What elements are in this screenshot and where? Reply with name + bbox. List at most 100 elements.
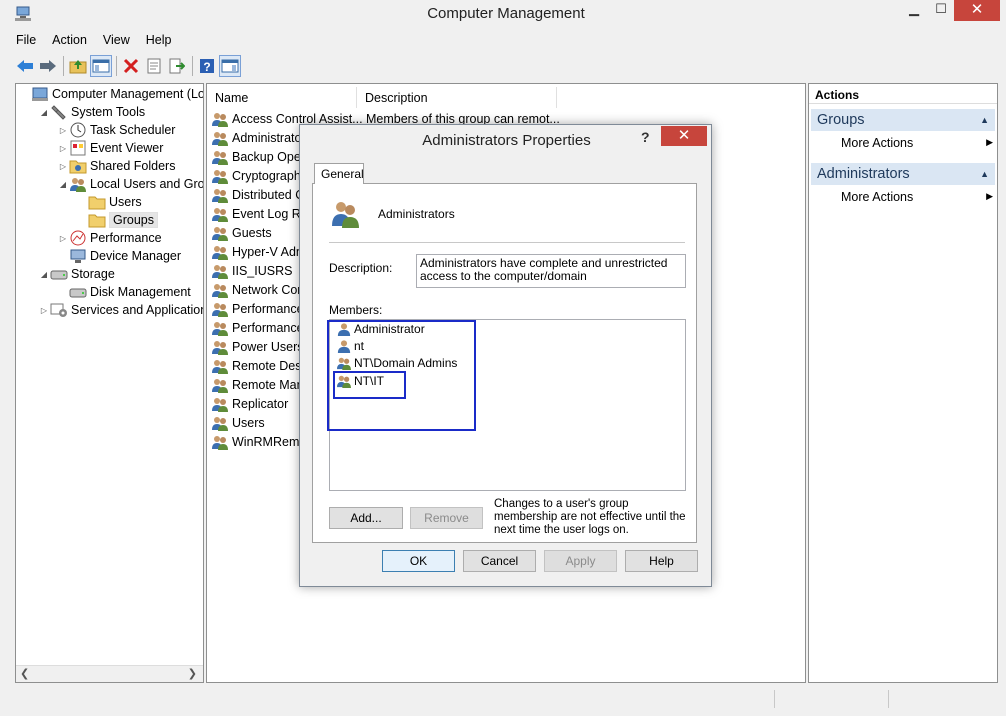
more-actions-administrators[interactable]: More Actions ▶ [841,190,993,204]
column-header-description[interactable]: Description [357,87,557,108]
tree-item-groups[interactable]: Groups [76,211,158,229]
svg-text:?: ? [203,60,210,74]
actions-section-groups[interactable]: Groups ▲ [811,109,995,131]
dialog-help-button[interactable]: ? [641,129,650,145]
scroll-left-icon[interactable]: ❮ [20,667,29,680]
back-icon[interactable] [14,55,36,77]
description-field[interactable]: Administrators have complete and unrestr… [416,254,686,288]
expand-arrow-icon[interactable]: ▷ [57,126,69,135]
group-icon [211,434,229,450]
list-item[interactable]: Performance [211,299,304,318]
services-applications-icon [50,302,68,318]
cancel-button[interactable]: Cancel [463,550,536,572]
expand-arrow-icon[interactable]: ▷ [38,306,50,315]
console-tree[interactable]: Computer Management (Local ◢ System Tools ▷… [15,83,204,683]
delete-icon[interactable] [120,55,142,77]
group-icon [211,130,229,146]
tree-item-device-manager[interactable]: Device Manager [57,247,181,265]
tree-item-computer-management-local[interactable]: Computer Management (Local [19,85,203,103]
list-item[interactable]: Replicator [211,394,288,413]
tree-item-label: Device Manager [90,249,182,263]
list-item[interactable]: Performance [211,318,304,337]
help-button[interactable]: Help [625,550,698,572]
group-icon [211,206,229,222]
tree-item-label: Services and Applications [71,303,204,317]
tree-item-performance[interactable]: ▷ Performance [57,229,162,247]
status-separator [774,690,775,708]
tree-item-shared-folders[interactable]: ▷ Shared Folders [57,157,175,175]
group-name-cell: WinRMRemo [232,434,307,449]
list-item[interactable]: Backup Oper [211,147,305,166]
column-header-name[interactable]: Name [207,87,357,108]
group-icon [211,415,229,431]
list-item[interactable]: Remote Desk [211,356,308,375]
list-item[interactable]: Cryptograph [211,166,301,185]
minimize-button[interactable]: ▁ [900,0,928,20]
group-icon [211,339,229,355]
collapse-arrow-icon[interactable]: ◢ [38,108,50,117]
help-icon[interactable]: ? [196,55,218,77]
tree-item-storage[interactable]: ◢ Storage [38,265,115,283]
tree-item-local-users-and-groups[interactable]: ◢ Local Users and Groups [57,175,203,193]
add-button[interactable]: Add... [329,507,403,529]
tab-general[interactable]: General [314,163,364,184]
list-item[interactable]: Distributed C [211,185,304,204]
export-list-icon[interactable] [166,55,188,77]
apply-button[interactable]: Apply [544,550,617,572]
remove-button[interactable]: Remove [410,507,483,529]
list-item[interactable]: Remote Man [211,375,304,394]
show-hide-tree-icon[interactable] [90,55,112,77]
list-item[interactable]: Users [211,413,265,432]
title-bar: Computer Management ▁ ☐ ✕ [0,0,1006,30]
tree-item-services-and-applications[interactable]: ▷ Services and Applications [38,301,204,319]
storage-icon [50,266,68,282]
tree-item-task-scheduler[interactable]: ▷ Task Scheduler [57,121,175,139]
menu-action[interactable]: Action [44,31,95,51]
list-item[interactable]: WinRMRemo [211,432,306,451]
menu-file[interactable]: File [8,31,44,51]
expand-arrow-icon[interactable]: ▷ [57,162,69,171]
list-item[interactable]: Power Users [211,337,304,356]
tree-item-users[interactable]: Users [76,193,142,211]
collapse-caret-icon[interactable]: ▲ [980,115,989,125]
actions-section-administrators[interactable]: Administrators ▲ [811,163,995,185]
divider [329,242,685,243]
expand-arrow-icon[interactable]: ▷ [57,234,69,243]
tree-horizontal-scrollbar[interactable]: ❮ ❯ [16,665,203,682]
collapse-arrow-icon[interactable]: ◢ [38,270,50,279]
actions-section-label: Administrators [817,166,910,182]
group-name-cell: Cryptograph [232,168,301,183]
menu-help[interactable]: Help [138,31,180,51]
expand-arrow-icon[interactable]: ▷ [57,144,69,153]
show-hide-action-pane-icon[interactable] [219,55,241,77]
scroll-right-icon[interactable]: ❯ [188,667,197,680]
list-item[interactable]: IIS_IUSRS [211,261,292,280]
more-actions-groups[interactable]: More Actions ▶ [841,136,993,150]
close-button[interactable]: ✕ [954,0,1000,21]
list-item[interactable]: Administrato [211,128,301,147]
ok-button[interactable]: OK [382,550,455,572]
maximize-button[interactable]: ☐ [928,0,954,20]
collapse-caret-icon[interactable]: ▲ [980,169,989,179]
group-icon [211,244,229,260]
list-item[interactable]: Network Cor [211,280,301,299]
properties-icon[interactable] [143,55,165,77]
window-title: Computer Management [427,5,585,22]
more-actions-label: More Actions [841,190,914,204]
dialog-close-button[interactable]: ✕ [661,126,707,146]
group-name-cell: IIS_IUSRS [232,263,293,278]
tree-item-disk-management[interactable]: Disk Management [57,283,191,301]
collapse-arrow-icon[interactable]: ◢ [57,180,69,189]
submenu-arrow-icon: ▶ [986,137,993,147]
tree-item-event-viewer[interactable]: ▷ Event Viewer [57,139,163,157]
list-item[interactable]: Event Log Re [211,204,308,223]
list-item[interactable]: Hyper-V Adn [211,242,303,261]
list-item[interactable]: Guests [211,223,272,242]
actions-section-label: Groups [817,112,865,128]
more-actions-label: More Actions [841,136,914,150]
menu-view[interactable]: View [95,31,138,51]
tree-item-system-tools[interactable]: ◢ System Tools [38,103,145,121]
up-folder-icon[interactable] [67,55,89,77]
forward-icon[interactable] [37,55,59,77]
group-icon [211,168,229,184]
